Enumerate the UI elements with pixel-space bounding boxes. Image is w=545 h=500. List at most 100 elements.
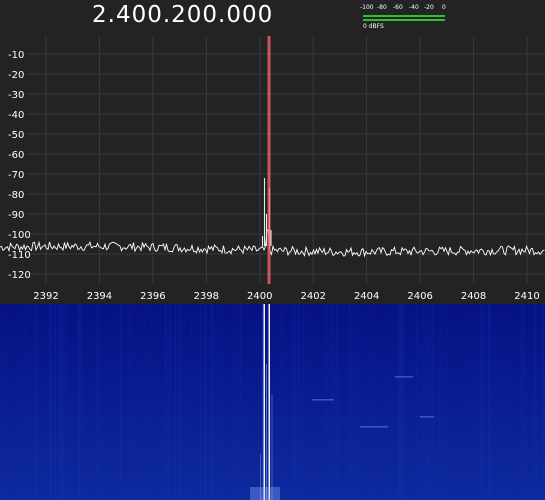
waterfall-streak bbox=[324, 304, 326, 500]
y-tick-label: -50 bbox=[8, 130, 24, 141]
waterfall-streak bbox=[49, 304, 51, 500]
y-tick-label: -70 bbox=[8, 170, 24, 181]
y-tick-label: -40 bbox=[8, 110, 24, 121]
waterfall-streak bbox=[493, 304, 495, 500]
waterfall-streak bbox=[413, 304, 415, 500]
waterfall-streak bbox=[303, 304, 305, 500]
waterfall-streak bbox=[77, 304, 80, 500]
waterfall-streak bbox=[519, 304, 522, 500]
waterfall-streak bbox=[206, 304, 208, 500]
tuned-frequency-marker[interactable] bbox=[267, 36, 271, 284]
waterfall-streak bbox=[282, 304, 284, 500]
meter-scale-label: -20 bbox=[424, 4, 434, 11]
waterfall-streak bbox=[221, 304, 224, 500]
waterfall-streak bbox=[303, 304, 305, 500]
x-tick-label: 2400 bbox=[247, 291, 272, 302]
waterfall-streak bbox=[333, 304, 335, 500]
x-axis-labels: 2392 2394 2396 2398 2400 2402 2404 2406 2408 2410 bbox=[33, 291, 539, 302]
waterfall-streak bbox=[280, 304, 281, 500]
waterfall-streak bbox=[397, 304, 399, 500]
waterfall-streak bbox=[349, 304, 351, 500]
waterfall-streak bbox=[128, 304, 130, 500]
waterfall-streak bbox=[488, 304, 490, 500]
waterfall-streak bbox=[35, 304, 37, 500]
waterfall-streak bbox=[351, 304, 353, 500]
waterfall-streak bbox=[523, 304, 525, 500]
y-tick-label: -20 bbox=[8, 70, 24, 81]
waterfall-streak bbox=[293, 304, 296, 500]
waterfall-streak bbox=[415, 304, 418, 500]
waterfall-signal-line bbox=[266, 364, 267, 500]
waterfall-streak bbox=[238, 304, 240, 500]
waterfall-streak bbox=[96, 304, 99, 500]
waterfall-streak bbox=[191, 304, 193, 500]
waterfall-streak bbox=[80, 304, 81, 500]
waterfall-streak bbox=[485, 304, 487, 500]
waterfall-streak bbox=[427, 304, 429, 500]
waterfall-streak bbox=[471, 304, 473, 500]
waterfall-streak bbox=[178, 304, 180, 500]
waterfall-streak bbox=[354, 304, 356, 500]
waterfall-streak bbox=[165, 304, 167, 500]
waterfall-streak bbox=[35, 304, 36, 500]
waterfall-streak bbox=[337, 304, 339, 500]
waterfall-signal-line bbox=[263, 304, 265, 500]
waterfall-blip bbox=[312, 399, 334, 401]
x-tick-label: 2410 bbox=[514, 291, 539, 302]
waterfall-streak bbox=[478, 304, 481, 500]
waterfall-signal-line bbox=[271, 394, 273, 500]
waterfall-burst bbox=[250, 487, 280, 500]
meter-bar-level bbox=[363, 19, 445, 21]
waterfall-streak bbox=[60, 304, 62, 500]
waterfall-streak bbox=[438, 304, 440, 500]
waterfall-streak bbox=[149, 304, 151, 500]
waterfall-streak bbox=[335, 304, 337, 500]
waterfall-streak bbox=[385, 304, 387, 500]
waterfall-streak bbox=[57, 304, 60, 500]
waterfall-streak bbox=[445, 304, 447, 500]
waterfall-streak bbox=[75, 304, 77, 500]
waterfall-streak bbox=[291, 304, 292, 500]
waterfall-display[interactable] bbox=[0, 304, 545, 500]
meter-scale-label: -80 bbox=[377, 4, 387, 11]
y-tick-label: -60 bbox=[8, 150, 24, 161]
waterfall-streak bbox=[180, 304, 182, 500]
waterfall-streak bbox=[432, 304, 435, 500]
spectrum-plot[interactable]: -10-20-30-40-50-60-70-80-90-100-110-120 … bbox=[0, 36, 545, 304]
waterfall-streak bbox=[152, 304, 154, 500]
meter-scale-label: -40 bbox=[409, 4, 419, 11]
waterfall-streak bbox=[220, 304, 222, 500]
x-tick-label: 2402 bbox=[300, 291, 325, 302]
waterfall-signal-line bbox=[268, 304, 270, 500]
waterfall-streak bbox=[25, 304, 27, 500]
waterfall-streak bbox=[51, 304, 53, 500]
waterfall-streak bbox=[370, 304, 371, 500]
x-tick-label: 2406 bbox=[407, 291, 432, 302]
waterfall-streak bbox=[423, 304, 425, 500]
waterfall-streak bbox=[81, 304, 83, 500]
waterfall-streak bbox=[501, 304, 503, 500]
meter-scale-label: -60 bbox=[393, 4, 403, 11]
waterfall-streak bbox=[446, 304, 449, 500]
waterfall-streak bbox=[144, 304, 145, 500]
y-tick-label: -100 bbox=[8, 230, 31, 241]
signal-level-meter: -100 -80 -60 -40 -20 0 0 dBFS bbox=[360, 4, 450, 32]
y-tick-label: -90 bbox=[8, 210, 24, 221]
waterfall-streak bbox=[358, 304, 359, 500]
x-tick-label: 2392 bbox=[33, 291, 58, 302]
y-tick-label: -110 bbox=[8, 250, 31, 261]
meter-scale-label: 0 bbox=[442, 4, 446, 11]
waterfall-streak bbox=[130, 304, 133, 500]
waterfall-streak bbox=[54, 304, 56, 500]
waterfall-streak bbox=[64, 304, 67, 500]
meter-unit-label: 0 dBFS bbox=[363, 23, 384, 30]
frequency-display[interactable]: 2.400.200.000 bbox=[92, 2, 273, 28]
waterfall-streak bbox=[481, 304, 483, 500]
waterfall-streak bbox=[299, 304, 302, 500]
waterfall-streak bbox=[403, 304, 405, 500]
waterfall-streak bbox=[329, 304, 332, 500]
waterfall-streak bbox=[120, 304, 122, 500]
waterfall-streak bbox=[508, 304, 511, 500]
waterfall-streak bbox=[214, 304, 216, 500]
waterfall-streak bbox=[200, 304, 201, 500]
